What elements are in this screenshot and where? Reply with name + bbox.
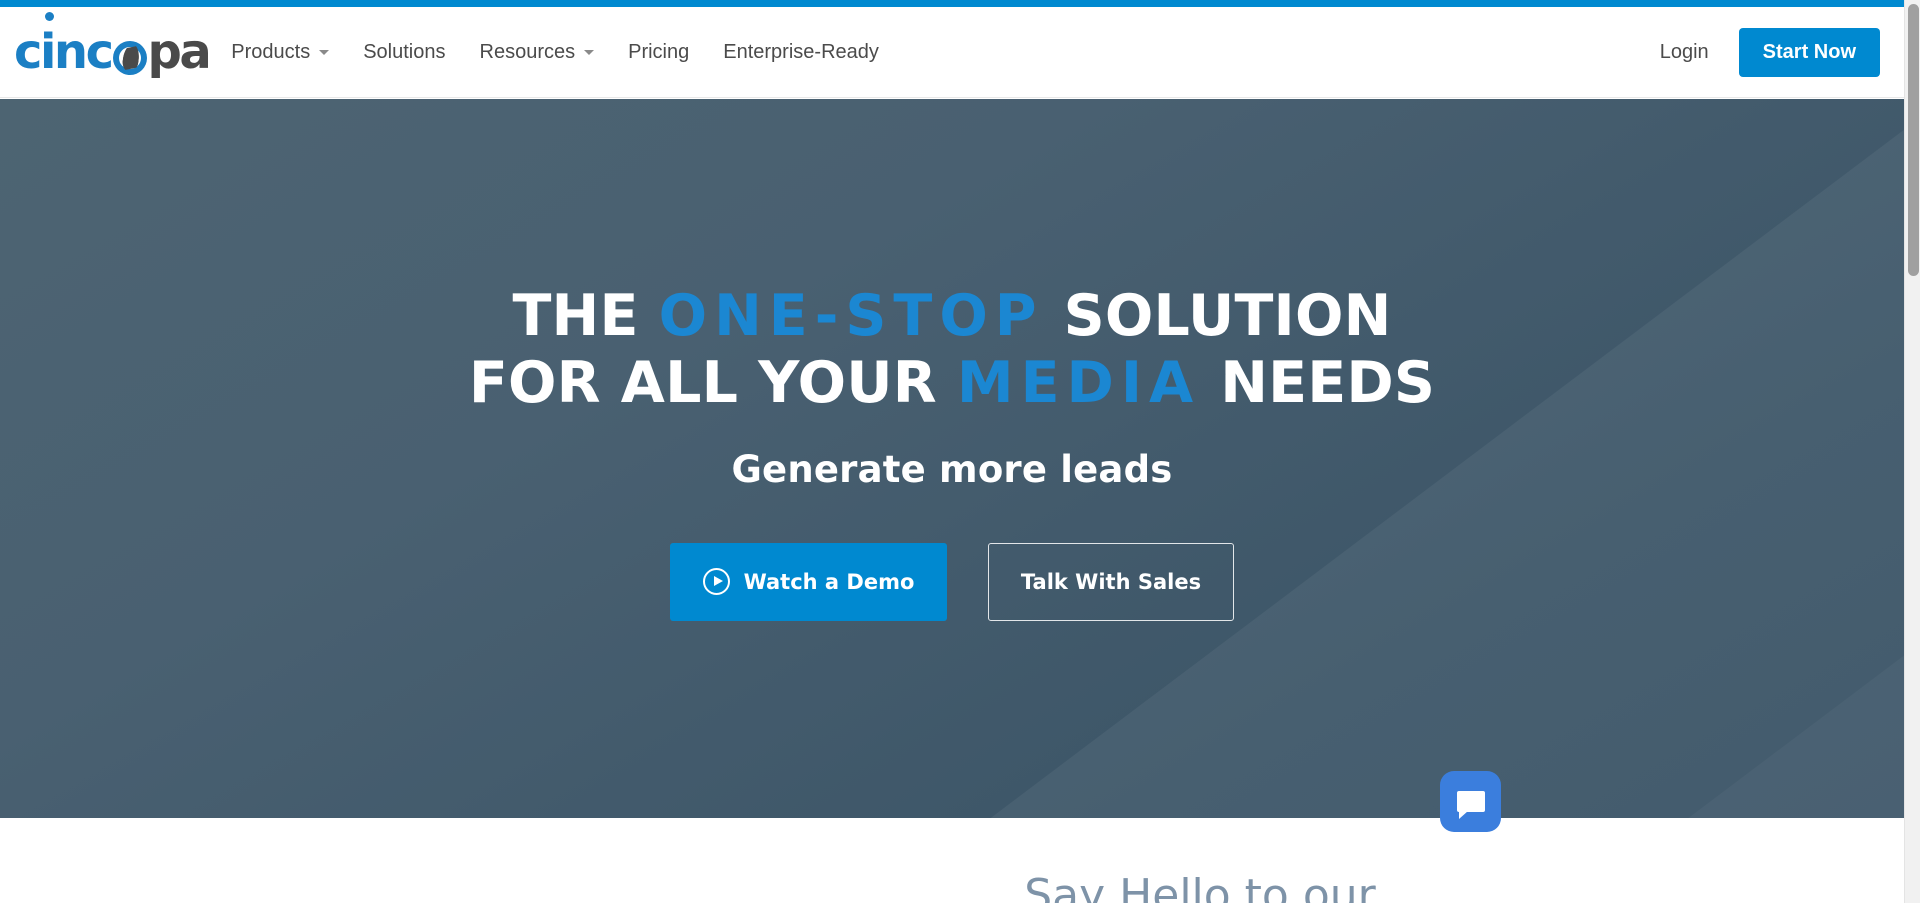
logo-dot-icon xyxy=(45,12,54,21)
hero-headline: THE ONE-STOP SOLUTION FOR ALL YOUR MEDIA… xyxy=(0,283,1904,418)
nav-item-pricing[interactable]: Pricing xyxy=(611,42,706,62)
hero-content: THE ONE-STOP SOLUTION FOR ALL YOUR MEDIA… xyxy=(0,99,1904,621)
talk-with-sales-label: Talk With Sales xyxy=(1020,569,1202,594)
scrollbar-thumb[interactable] xyxy=(1908,4,1919,276)
hero-subheading: Generate more leads xyxy=(731,447,1173,491)
logo-text-dark: pa xyxy=(147,24,212,80)
nav-item-resources[interactable]: Resources xyxy=(463,42,612,62)
nav-label-resources: Resources xyxy=(479,41,576,63)
watch-demo-button[interactable]: Watch a Demo xyxy=(670,542,947,621)
headline-line2-accent: MEDIA xyxy=(956,350,1201,417)
nav-label-enterprise-ready: Enterprise-Ready xyxy=(723,41,879,63)
main-navigation: Products Solutions Resources Pricing Ent… xyxy=(231,42,896,62)
nav-item-enterprise-ready[interactable]: Enterprise-Ready xyxy=(706,42,896,62)
chevron-down-icon xyxy=(319,49,330,55)
headline-line1-post: SOLUTION xyxy=(1043,283,1392,349)
chat-bubble-icon xyxy=(1456,791,1485,819)
hero-headline-line2: FOR ALL YOUR MEDIA NEEDS xyxy=(0,350,1904,417)
watch-demo-label: Watch a Demo xyxy=(743,569,915,594)
chevron-down-icon xyxy=(584,49,595,55)
logo-text-blue: cinc xyxy=(14,24,114,80)
play-circle-icon xyxy=(702,568,730,595)
nav-label-pricing: Pricing xyxy=(628,41,690,63)
nav-label-solutions: Solutions xyxy=(363,41,446,63)
headline-line2-pre: FOR ALL YOUR xyxy=(468,350,957,417)
cincopa-logo[interactable]: cinc pa xyxy=(14,12,212,80)
header-actions: Login Start Now xyxy=(1660,27,1904,77)
page-scrollbar[interactable] xyxy=(1904,0,1920,903)
nav-item-products[interactable]: Products xyxy=(231,42,346,62)
headline-line1-pre: THE xyxy=(512,283,659,349)
login-link[interactable]: Login xyxy=(1660,41,1709,64)
top-accent-bar xyxy=(0,0,1904,7)
page-root: cinc pa Products Solutions Resources Pri… xyxy=(0,0,1920,903)
headline-line2-post: NEEDS xyxy=(1200,350,1436,417)
nav-label-products: Products xyxy=(231,41,311,63)
hero-section: THE ONE-STOP SOLUTION FOR ALL YOUR MEDIA… xyxy=(0,99,1904,818)
site-header: cinc pa Products Solutions Resources Pri… xyxy=(0,7,1904,98)
nav-item-solutions[interactable]: Solutions xyxy=(346,42,462,62)
next-section-heading: Say Hello to our xyxy=(1024,870,1376,903)
talk-with-sales-button[interactable]: Talk With Sales xyxy=(988,542,1234,621)
chat-widget-button[interactable] xyxy=(1440,771,1501,832)
headline-line1-accent: ONE-STOP xyxy=(658,283,1044,349)
hero-cta-row: Watch a Demo Talk With Sales xyxy=(0,542,1904,621)
logo-o-icon xyxy=(112,41,147,75)
next-section: Say Hello to our xyxy=(0,818,1904,903)
start-now-button[interactable]: Start Now xyxy=(1738,27,1880,77)
hero-headline-line1: THE ONE-STOP SOLUTION xyxy=(0,283,1904,350)
